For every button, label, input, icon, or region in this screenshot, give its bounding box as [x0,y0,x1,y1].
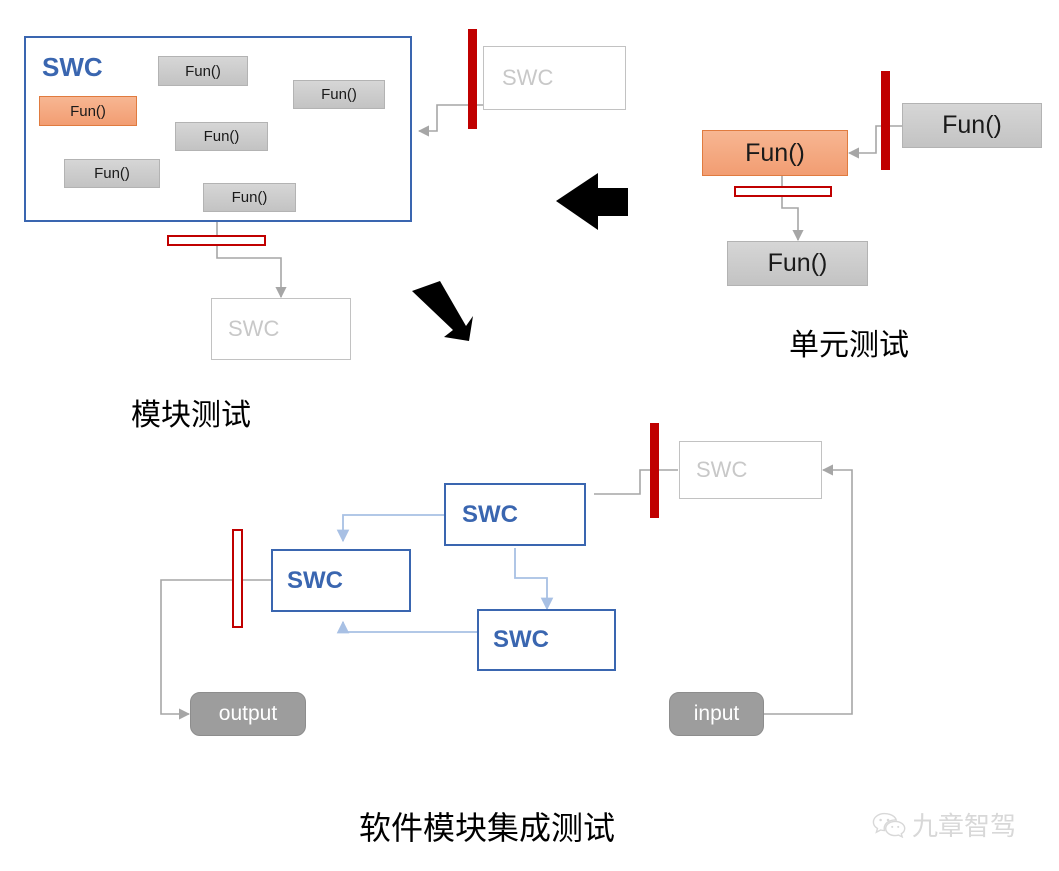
integration-external-swc: SWC [679,441,822,499]
unit-test-harness-bar-horizontal [734,186,832,197]
unit-test-caption: 单元测试 [789,329,909,362]
module-fun-box-5: Fun() [64,159,160,188]
module-test-harness-bar-vertical [468,29,477,129]
module-fun-box-4: Fun() [175,122,268,151]
unit-test-harness-bar-vertical [881,71,890,170]
module-fun-box-1: Fun() [158,56,248,86]
integration-harness-bar-left [232,529,243,628]
integration-swc-bottom: SWC [477,609,616,671]
arrow-module-to-integration [412,281,473,341]
integration-swc-left: SWC [271,549,411,612]
unit-under-test-fun-box: Fun() [702,130,848,176]
module-fun-box-6: Fun() [203,183,296,212]
arrow-module-to-unit [556,173,628,230]
integration-harness-bar-right [650,423,659,518]
integration-output-pill: output [190,692,306,736]
wechat-icon [872,812,906,838]
module-test-caption: 模块测试 [131,399,251,432]
unit-stub-fun-box: Fun() [727,241,868,286]
integration-test-caption: 软件模块集成测试 [359,810,616,846]
unit-driver-fun-box: Fun() [902,103,1042,148]
module-test-panel-title: SWC [42,52,103,82]
module-fun-box-highlighted: Fun() [39,96,137,126]
module-test-harness-bar-horizontal [167,235,266,246]
module-external-swc: SWC [483,46,626,110]
integration-input-pill: input [669,692,764,736]
module-stub-swc: SWC [211,298,351,360]
watermark: 九章智驾 [872,806,1016,843]
watermark-label: 九章智驾 [912,811,1017,841]
module-fun-box-3: Fun() [293,80,385,109]
integration-swc-top: SWC [444,483,586,546]
diagram-canvas: SWC Fun() Fun() Fun() Fun() Fun() Fun() … [0,0,1059,871]
